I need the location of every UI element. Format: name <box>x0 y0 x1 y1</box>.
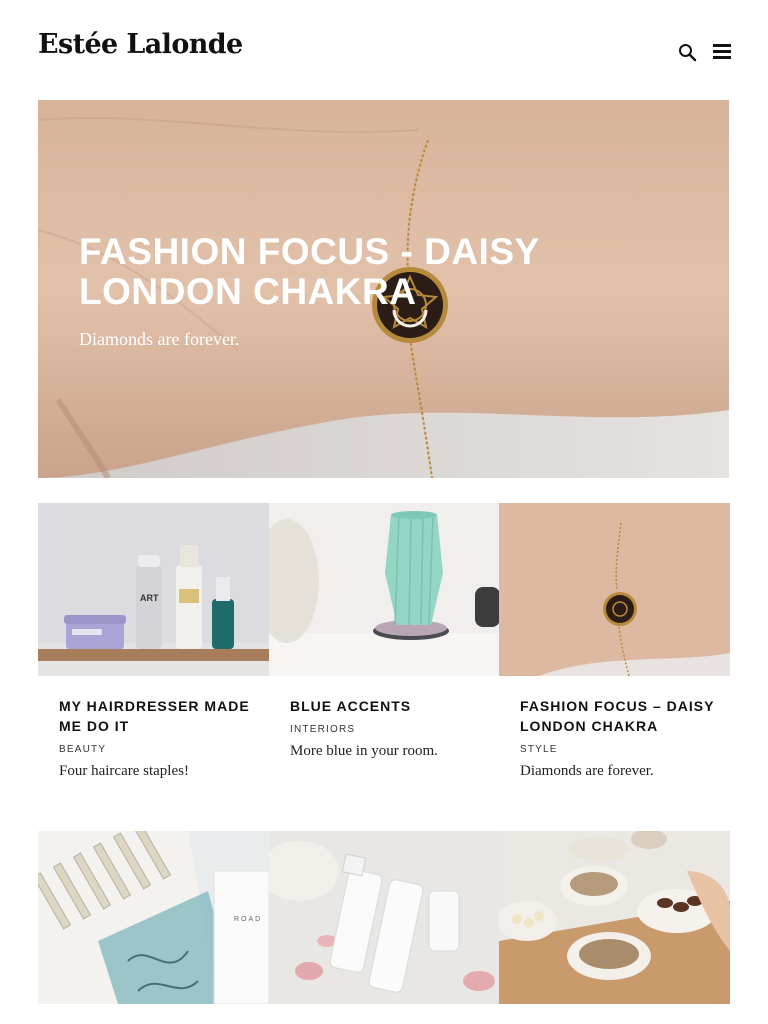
post-description: Diamonds are forever. <box>520 763 654 779</box>
post-category[interactable]: INTERIORS <box>290 724 355 735</box>
svg-text:ROAD: ROAD <box>234 916 262 923</box>
post-card-skincare[interactable] <box>269 831 500 1004</box>
post-card-recipe[interactable] <box>499 831 730 1004</box>
post-image-perfume-set[interactable]: ROAD <box>38 831 269 1004</box>
post-card-blue-accents[interactable]: BLUE ACCENTS INTERIORS More blue in your… <box>269 503 500 803</box>
post-image-haircare[interactable]: ART <box>38 503 269 676</box>
hamburger-menu-icon[interactable] <box>713 44 731 60</box>
svg-text:ART: ART <box>140 593 159 603</box>
search-button[interactable] <box>677 42 699 64</box>
hero-subtitle: Diamonds are forever. <box>79 329 240 349</box>
site-header: Estée Lalonde <box>0 0 768 100</box>
search-icon <box>679 44 697 62</box>
hero-title[interactable]: FASHION FOCUS - DAISY LONDON CHAKRA <box>79 232 599 312</box>
post-title[interactable]: BLUE ACCENTS <box>290 696 490 716</box>
post-description: More blue in your room. <box>290 743 438 759</box>
post-card-hairdresser[interactable]: ART MY HAIRDRESSER MADE ME DO IT BEAUTY … <box>38 503 269 803</box>
post-title[interactable]: MY HAIRDRESSER MADE ME DO IT <box>59 696 259 736</box>
site-logo[interactable]: Estée Lalonde <box>38 28 243 62</box>
post-image-bracelet[interactable] <box>499 503 730 676</box>
post-card-fashion-focus[interactable]: FASHION FOCUS – DAISY LONDON CHAKRA STYL… <box>499 503 730 803</box>
post-description: Four haircare staples! <box>59 763 189 779</box>
post-card-perfume[interactable]: ROAD <box>38 831 269 1004</box>
hero-featured-post[interactable]: FASHION FOCUS - DAISY LONDON CHAKRA Diam… <box>38 100 729 478</box>
post-image-recipe[interactable] <box>499 831 730 1004</box>
post-category[interactable]: STYLE <box>520 744 558 755</box>
post-image-skincare[interactable] <box>269 831 500 1004</box>
post-category[interactable]: BEAUTY <box>59 744 106 755</box>
post-title[interactable]: FASHION FOCUS – DAISY LONDON CHAKRA <box>520 696 720 736</box>
post-image-blue-vase[interactable] <box>269 503 500 676</box>
